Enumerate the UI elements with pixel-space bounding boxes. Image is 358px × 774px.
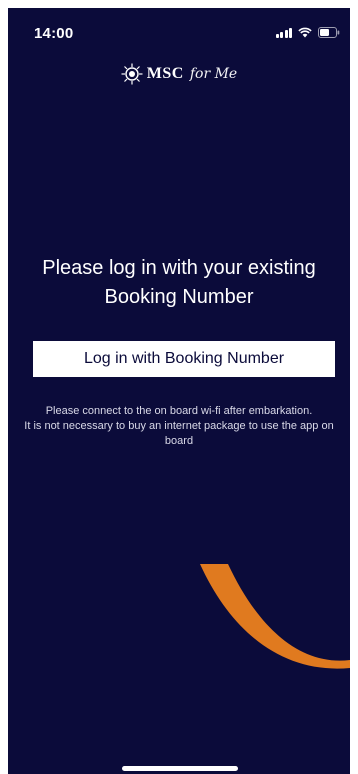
status-icons xyxy=(275,25,341,39)
msc-logo: MSC for Me xyxy=(8,63,350,85)
wifi-info-line-1: Please connect to the on board wi-fi aft… xyxy=(45,405,313,417)
compass-emblem-icon xyxy=(121,63,143,85)
login-with-booking-number-button[interactable]: Log in with Booking Number xyxy=(33,341,335,377)
signal-icon xyxy=(275,27,292,38)
login-headline: Please log in with your existing Booking… xyxy=(42,257,316,308)
decorative-orange-arc xyxy=(200,564,350,669)
app-screen: 14:00 MSC for Me Please log in with your… xyxy=(8,8,350,774)
wifi-info-line-2: It is not necessary to buy an internet p… xyxy=(24,420,334,447)
status-bar: 14:00 xyxy=(8,8,350,52)
logo-tagline: for Me xyxy=(189,66,238,82)
battery-icon xyxy=(318,26,340,38)
wifi-info-text: Please connect to the on board wi-fi aft… xyxy=(18,404,340,449)
status-time: 14:00 xyxy=(34,25,74,42)
home-indicator[interactable] xyxy=(122,766,238,771)
wifi-icon xyxy=(298,27,312,38)
logo-brand: MSC xyxy=(146,65,184,82)
